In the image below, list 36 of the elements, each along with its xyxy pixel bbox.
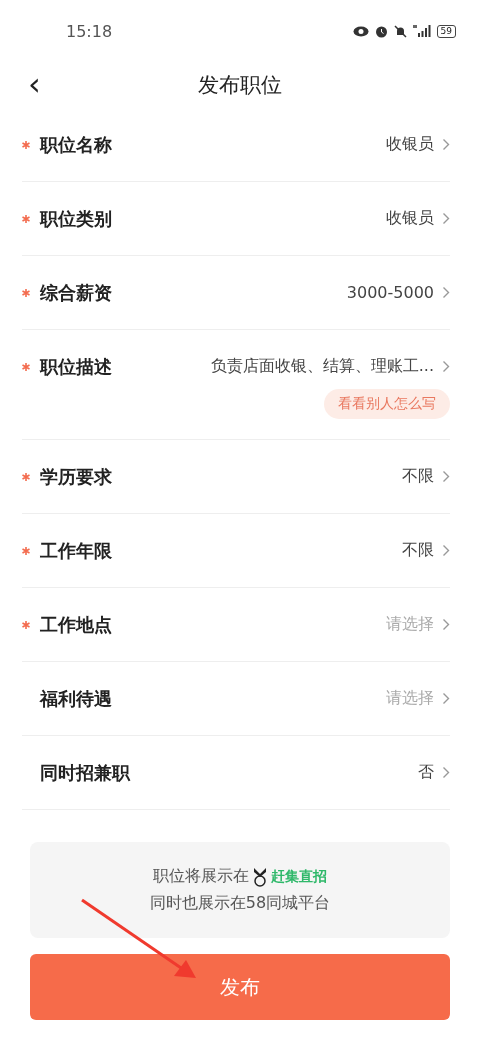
- notice-text: 职位将展示在: [153, 866, 249, 887]
- field-value[interactable]: 收银员: [386, 134, 434, 155]
- chevron-icon: [442, 766, 450, 779]
- back-button[interactable]: ‹: [28, 66, 41, 102]
- chevron-icon: [442, 544, 450, 557]
- field-value[interactable]: 否: [418, 762, 434, 783]
- chevron-icon: [442, 692, 450, 705]
- brand-name: 赶集直招: [271, 867, 327, 886]
- chevron-icon: [442, 360, 450, 373]
- chevron-icon: [442, 286, 450, 299]
- signal-icon: [412, 25, 431, 37]
- field-value[interactable]: 收银员: [386, 208, 434, 229]
- field-label: 职位描述: [40, 354, 112, 379]
- mute-icon: [393, 24, 407, 38]
- chevron-icon: [442, 618, 450, 631]
- status-time: 15:18: [66, 21, 113, 41]
- chevron-icon: [442, 138, 450, 151]
- eye-icon: [352, 25, 369, 37]
- field-value[interactable]: 3000-5000: [346, 283, 434, 302]
- field-label: 职位类别: [40, 206, 112, 231]
- field-label: 综合薪资: [40, 280, 112, 305]
- battery-icon: 59: [436, 24, 456, 38]
- chevron-icon: [442, 470, 450, 483]
- field-label: 学历要求: [40, 464, 112, 489]
- alarm-icon: [374, 24, 388, 38]
- field-label: 工作年限: [40, 538, 112, 563]
- field-label: 工作地点: [40, 612, 112, 637]
- field-label: 职位名称: [40, 132, 112, 157]
- chevron-icon: [442, 212, 450, 225]
- field-label: 福利待遇: [40, 686, 112, 711]
- field-label: 同时招兼职: [40, 760, 130, 785]
- page-title: 发布职位: [198, 72, 282, 99]
- field-value[interactable]: 不限: [402, 466, 434, 487]
- field-value[interactable]: 负责店面收银、结算、理账工...: [210, 356, 434, 377]
- field-value[interactable]: 不限: [402, 540, 434, 561]
- notice-text: 同时也展示在58同城平台: [149, 893, 331, 914]
